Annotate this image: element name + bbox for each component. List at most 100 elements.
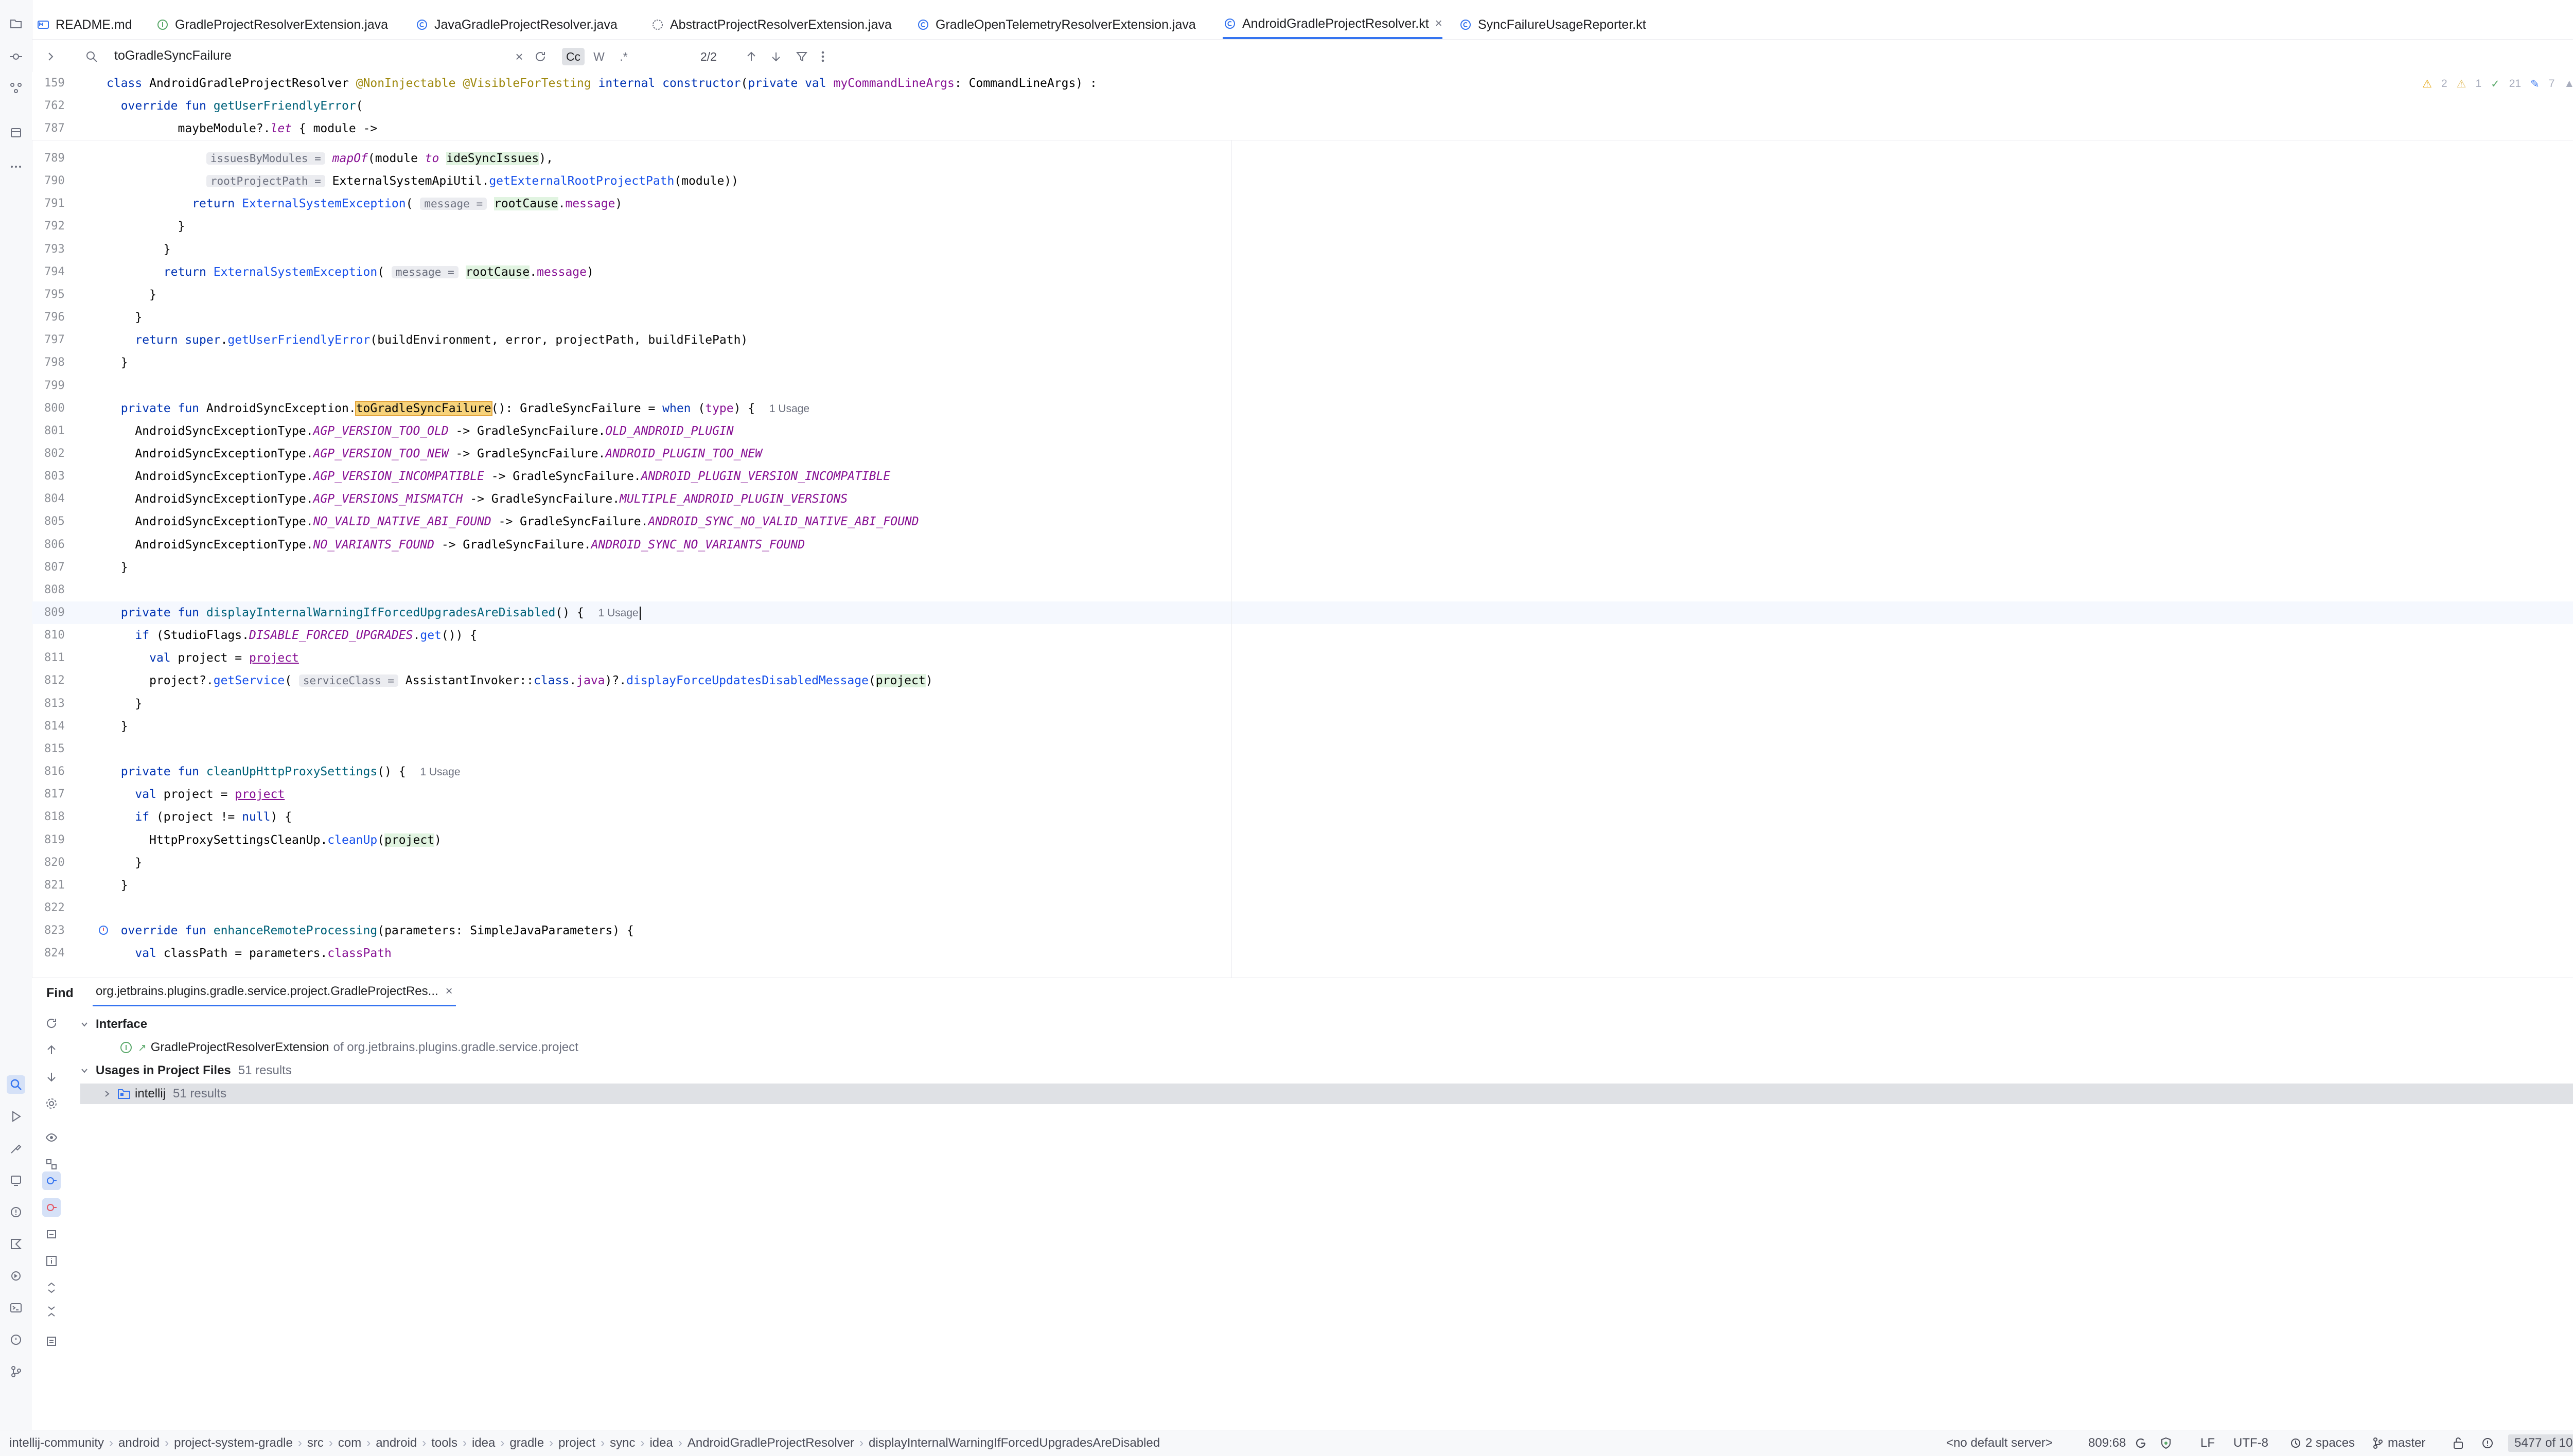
code-text[interactable]: return ExternalSystemException( message … xyxy=(107,261,594,283)
tab-sync-failure-usage-reporter[interactable]: SyncFailureUsageReporter.kt xyxy=(1458,10,1646,39)
code-text[interactable]: override fun enhanceRemoteProcessing(par… xyxy=(107,919,634,942)
code-line[interactable]: 792 } xyxy=(32,215,2573,238)
code-text[interactable]: val classPath = parameters.classPath xyxy=(107,942,392,965)
code-text[interactable]: val project = project xyxy=(107,647,299,669)
code-line[interactable]: 762 override fun getUserFriendlyError( xyxy=(32,95,2573,117)
line-number[interactable]: 804 xyxy=(44,488,98,510)
inspection-widget[interactable]: ⚠2 ⚠1 ✓21 ✎7 ▲ ▼ xyxy=(2422,76,2573,92)
history-icon[interactable] xyxy=(531,48,550,65)
code-text[interactable]: } xyxy=(107,306,142,329)
code-text[interactable]: AndroidSyncExceptionType.AGP_VERSIONS_MI… xyxy=(107,488,848,510)
breadcrumb-item[interactable]: android xyxy=(118,1436,160,1450)
code-line[interactable]: 801 AndroidSyncExceptionType.AGP_VERSION… xyxy=(32,420,2573,442)
code-text[interactable]: } xyxy=(107,238,171,261)
code-line[interactable]: 787 maybeModule?.let { module -> xyxy=(32,117,2573,140)
line-number[interactable]: 798 xyxy=(44,351,98,374)
tree-node-intellij[interactable]: intellij 51 results xyxy=(80,1084,2573,1104)
breadcrumb-item[interactable]: sync xyxy=(610,1436,635,1450)
line-number[interactable]: 790 xyxy=(44,170,98,192)
line-number[interactable]: 819 xyxy=(44,829,98,851)
code-line[interactable]: 807 } xyxy=(32,556,2573,579)
line-number[interactable]: 792 xyxy=(44,215,98,238)
code-line[interactable]: 791 return ExternalSystemException( mess… xyxy=(32,192,2573,215)
more-tools-icon[interactable] xyxy=(7,157,25,176)
line-number[interactable]: 159 xyxy=(44,72,98,95)
code-line[interactable]: 817 val project = project xyxy=(32,783,2573,806)
code-line[interactable]: 805 AndroidSyncExceptionType.NO_VALID_NA… xyxy=(32,510,2573,533)
code-text[interactable]: issuesByModules = mapOf(module to ideSyn… xyxy=(107,147,553,170)
line-number[interactable]: 809 xyxy=(44,601,98,624)
code-line[interactable]: 789 issuesByModules = mapOf(module to id… xyxy=(32,147,2573,170)
read-only-lock-icon[interactable] xyxy=(2453,1430,2464,1456)
line-number[interactable]: 811 xyxy=(44,647,98,669)
build-icon[interactable] xyxy=(7,1139,25,1158)
code-line[interactable]: 821 } xyxy=(32,874,2573,897)
tab-readme[interactable]: README.md xyxy=(36,10,132,39)
line-number[interactable]: 762 xyxy=(44,95,98,117)
memory-indicator[interactable]: 5477 of 10200M xyxy=(2508,1434,2573,1452)
breadcrumb-item[interactable]: AndroidGradleProjectResolver xyxy=(688,1436,854,1450)
line-number[interactable]: 793 xyxy=(44,238,98,261)
code-text[interactable]: AndroidSyncExceptionType.AGP_VERSION_TOO… xyxy=(107,442,762,465)
match-case-toggle[interactable]: Cc xyxy=(562,48,585,65)
code-line[interactable]: 799 xyxy=(32,375,2573,397)
code-line[interactable]: 810 if (StudioFlags.DISABLE_FORCED_UPGRA… xyxy=(32,624,2573,647)
breadcrumb-item[interactable]: gradle xyxy=(509,1436,544,1450)
code-text[interactable]: override fun getUserFriendlyError( xyxy=(107,95,363,117)
chevron-right-icon[interactable] xyxy=(103,1090,111,1098)
app-inspection-icon[interactable] xyxy=(7,1171,25,1189)
breadcrumb-item[interactable]: idea xyxy=(649,1436,673,1450)
code-text[interactable]: private fun AndroidSyncException.toGradl… xyxy=(107,397,809,420)
previous-occurrence-icon[interactable] xyxy=(742,48,761,65)
rerun-icon[interactable] xyxy=(42,1014,61,1033)
shield-icon[interactable] xyxy=(2159,1430,2173,1456)
code-line[interactable]: 798 } xyxy=(32,351,2573,374)
code-line[interactable]: 811 val project = project xyxy=(32,647,2573,669)
show-write-access-icon[interactable] xyxy=(42,1198,61,1217)
code-line[interactable]: 814 } xyxy=(32,715,2573,738)
code-line[interactable]: 824 val classPath = parameters.classPath xyxy=(32,942,2573,965)
code-line[interactable]: 796 } xyxy=(32,306,2573,329)
code-text[interactable]: return super.getUserFriendlyError(buildE… xyxy=(107,329,748,351)
code-text[interactable]: } xyxy=(107,283,156,306)
commit-icon[interactable] xyxy=(7,47,25,66)
line-number[interactable]: 820 xyxy=(44,851,98,874)
line-number[interactable]: 812 xyxy=(44,669,98,692)
preview-icon[interactable] xyxy=(42,1128,61,1147)
previous-highlight-icon[interactable]: ▲ xyxy=(2564,78,2573,90)
line-number[interactable]: 822 xyxy=(44,897,98,919)
breadcrumb-item[interactable]: idea xyxy=(472,1436,495,1450)
group-by-module-icon[interactable] xyxy=(42,1155,61,1174)
code-text[interactable]: AndroidSyncExceptionType.AGP_VERSION_TOO… xyxy=(107,420,733,442)
breadcrumb-item[interactable]: tools xyxy=(431,1436,457,1450)
filter-icon[interactable] xyxy=(792,48,811,65)
line-number[interactable]: 800 xyxy=(44,397,98,420)
code-line[interactable]: 809 private fun displayInternalWarningIf… xyxy=(32,601,2573,624)
code-text[interactable]: rootProjectPath = ExternalSystemApiUtil.… xyxy=(107,170,738,192)
code-line[interactable]: 790 rootProjectPath = ExternalSystemApiU… xyxy=(32,170,2573,192)
code-line[interactable]: 159 class AndroidGradleProjectResolver @N… xyxy=(32,72,2573,95)
whole-words-toggle[interactable]: W xyxy=(588,48,610,65)
line-number[interactable]: 821 xyxy=(44,874,98,897)
close-result-tab-icon[interactable]: × xyxy=(446,984,453,999)
git-branch[interactable]: master xyxy=(2372,1430,2425,1456)
previous-usage-icon[interactable] xyxy=(42,1041,61,1059)
structure-icon[interactable] xyxy=(7,78,25,97)
export-icon[interactable] xyxy=(42,1332,61,1351)
info-icon[interactable] xyxy=(42,1252,61,1270)
code-line[interactable]: 802 AndroidSyncExceptionType.AGP_VERSION… xyxy=(32,442,2573,465)
line-number[interactable]: 813 xyxy=(44,693,98,715)
tab-java-gradle-project-resolver[interactable]: JavaGradleProjectResolver.java xyxy=(415,10,618,39)
line-number[interactable]: 814 xyxy=(44,715,98,738)
settings-icon[interactable] xyxy=(42,1094,61,1113)
code-text[interactable]: private fun displayInternalWarningIfForc… xyxy=(107,601,641,625)
code-line[interactable]: 800 private fun AndroidSyncException.toG… xyxy=(32,397,2573,420)
collapse-all-icon[interactable] xyxy=(42,1302,61,1321)
find-result-tab[interactable]: org.jetbrains.plugins.gradle.service.pro… xyxy=(93,978,456,1006)
code-line[interactable]: 819 HttpProxySettingsCleanUp.cleanUp(pro… xyxy=(32,829,2573,851)
code-line[interactable]: 806 AndroidSyncExceptionType.NO_VARIANTS… xyxy=(32,534,2573,556)
services-icon[interactable] xyxy=(7,1267,25,1285)
notifications-icon[interactable] xyxy=(7,1330,25,1349)
project-icon[interactable] xyxy=(7,14,25,33)
next-usage-icon[interactable] xyxy=(42,1068,61,1086)
